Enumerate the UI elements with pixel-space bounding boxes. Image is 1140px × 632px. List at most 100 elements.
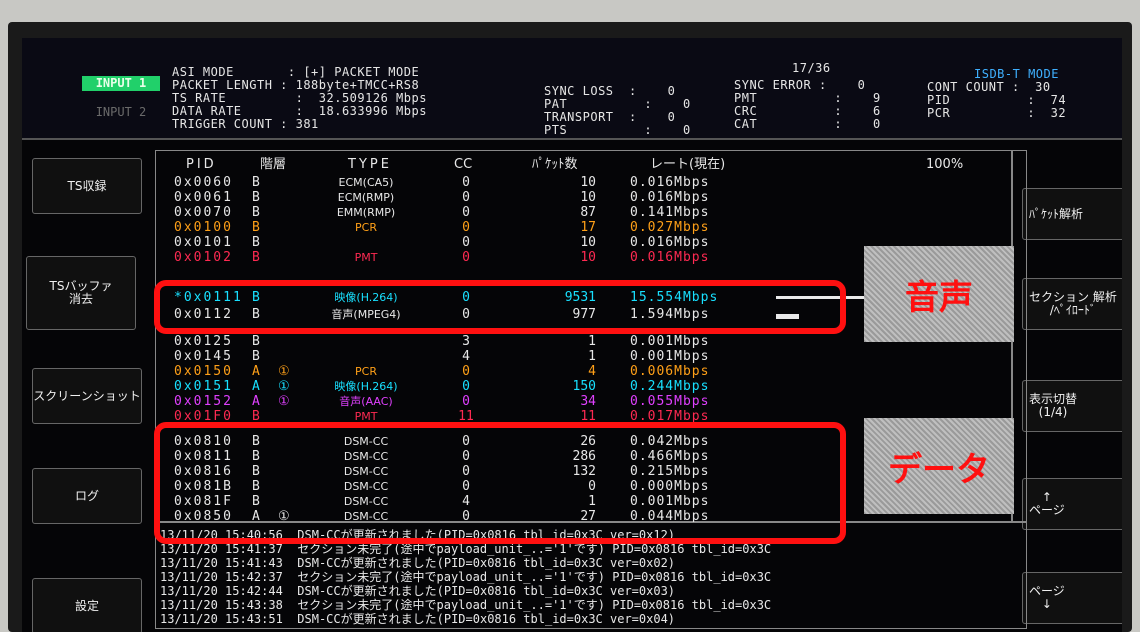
pid-cell: 0x0145 <box>174 349 233 364</box>
type-cell: ECM(RMP) <box>337 191 395 204</box>
table-row[interactable]: 0x0061 B ECM(RMP) 0 10 0.016Mbps <box>156 190 1026 205</box>
log-button[interactable]: ログ <box>32 468 142 524</box>
page-down-button[interactable]: ページ ↓ <box>1022 572 1122 624</box>
stats-group-3: CONT COUNT : 30 PID : 74 PCR : 32 <box>927 80 1067 120</box>
rate-cell: 0.001Mbps <box>630 349 710 364</box>
packets-cell: 150 <box>572 379 596 394</box>
packets-cell: 1 <box>588 349 596 364</box>
cc-cell: 0 <box>462 205 470 220</box>
log-line: 13/11/20 15:42:37 セクション未完了(途中でpayload_un… <box>160 570 772 584</box>
packets-cell: 4 <box>588 364 596 379</box>
layer-cell: A <box>252 394 260 409</box>
page-indicator: 17/36 <box>792 61 831 75</box>
table-row[interactable]: 0x0150 A ① PCR 0 4 0.006Mbps <box>156 364 1026 379</box>
partial-cell: ① <box>278 379 290 394</box>
layer-cell: B <box>252 175 260 190</box>
packets-cell: 10 <box>580 190 596 205</box>
log-line: 13/11/20 15:42:44 DSM-CCが更新されました(PID=0x0… <box>160 584 676 598</box>
type-cell: PMT <box>354 251 378 264</box>
log-line: 13/11/20 15:41:37 セクション未完了(途中でpayload_un… <box>160 542 772 556</box>
pid-cell: 0x0070 <box>174 205 233 220</box>
pid-cell: 0x0102 <box>174 250 233 265</box>
log-line: 13/11/20 15:43:51 DSM-CCが更新されました(PID=0x0… <box>160 612 676 626</box>
page-up-button[interactable]: ↑ ページ <box>1022 478 1122 530</box>
rate-cell: 0.244Mbps <box>630 379 710 394</box>
cc-cell: 0 <box>462 220 470 235</box>
cc-cell: 0 <box>462 250 470 265</box>
table-row[interactable]: 0x0060 B ECM(CA5) 0 10 0.016Mbps <box>156 175 1026 190</box>
rate-cell: 0.001Mbps <box>630 334 710 349</box>
partial-cell: ① <box>278 394 290 409</box>
rate-cell: 0.016Mbps <box>630 175 710 190</box>
type-cell: PCR <box>355 221 377 234</box>
display-toggle-button[interactable]: 表示切替 (1/4) <box>1022 380 1122 432</box>
col-cc: CC <box>454 157 473 172</box>
layer-cell: A <box>252 364 260 379</box>
ts-record-button[interactable]: TS収録 <box>32 158 142 214</box>
cc-cell: 0 <box>462 190 470 205</box>
status-header: INPUT 1 INPUT 2 ASI MODE : [+] PACKET MO… <box>22 38 1122 140</box>
layer-cell: A <box>252 379 260 394</box>
table-row[interactable]: 0x0152 A ① 音声(AAC) 0 34 0.055Mbps <box>156 394 1026 409</box>
type-cell: EMM(RMP) <box>336 206 396 219</box>
log-line: 13/11/20 15:41:43 DSM-CCが更新されました(PID=0x0… <box>160 556 676 570</box>
data-annotation: データ <box>864 418 1014 514</box>
col-rate: レート(現在) <box>650 157 726 172</box>
section-analysis-button[interactable]: セクション 解析 /ﾍﾟｲﾛｰﾄﾞ <box>1022 278 1122 330</box>
layer-cell: B <box>252 220 260 235</box>
cc-cell: 4 <box>462 349 470 364</box>
pid-cell: 0x0060 <box>174 175 233 190</box>
settings-button[interactable]: 設定 <box>32 578 142 632</box>
pid-cell: 0x0125 <box>174 334 233 349</box>
table-row[interactable]: 0x0070 B EMM(RMP) 0 87 0.141Mbps <box>156 205 1026 220</box>
rate-cell: 0.016Mbps <box>630 190 710 205</box>
log-line: 13/11/20 15:43:38 セクション未完了(途中でpayload_un… <box>160 598 772 612</box>
screenshot-button[interactable]: スクリーンショット <box>32 368 142 424</box>
rate-cell: 0.016Mbps <box>630 235 710 250</box>
table-row[interactable]: 0x0151 A ① 映像(H.264) 0 150 0.244Mbps <box>156 379 1026 394</box>
pid-cell: 0x0100 <box>174 220 233 235</box>
pid-cell: 0x0150 <box>174 364 233 379</box>
audio-highlight-box <box>154 280 846 334</box>
layer-cell: B <box>252 334 260 349</box>
col-type: TYPE <box>348 157 392 172</box>
rate-cell: 0.027Mbps <box>630 220 710 235</box>
rate-cell: 0.016Mbps <box>630 250 710 265</box>
cc-cell: 0 <box>462 394 470 409</box>
packets-cell: 17 <box>580 220 596 235</box>
partial-cell: ① <box>278 364 290 379</box>
rate-cell: 0.141Mbps <box>630 205 710 220</box>
pid-cell: 0x0101 <box>174 235 233 250</box>
table-row[interactable]: 0x0145 B 4 1 0.001Mbps <box>156 349 1026 364</box>
type-cell: 音声(AAC) <box>339 395 393 408</box>
stats-group-1: SYNC LOSS : 0 PAT : 0 TRANSPORT : 0 PTS … <box>544 84 691 137</box>
rate-cell: 0.006Mbps <box>630 364 710 379</box>
col-percent: 100% <box>926 157 964 172</box>
packets-cell: 10 <box>580 175 596 190</box>
type-cell: 映像(H.264) <box>334 380 398 393</box>
col-pid: PID <box>186 157 217 172</box>
table-header: PID 階層 TYPE CC ﾊﾟｹｯﾄ数 レート(現在) 100% <box>156 157 1026 172</box>
audio-annotation: 音声 <box>864 246 1014 342</box>
cc-cell: 0 <box>462 364 470 379</box>
table-row[interactable]: 0x0100 B PCR 0 17 0.027Mbps <box>156 220 1026 235</box>
layer-cell: B <box>252 250 260 265</box>
layer-cell: B <box>252 190 260 205</box>
cc-cell: 3 <box>462 334 470 349</box>
layer-cell: B <box>252 349 260 364</box>
input2-indicator[interactable]: INPUT 2 <box>82 105 160 119</box>
col-packets: ﾊﾟｹｯﾄ数 <box>532 157 578 172</box>
pid-cell: 0x0061 <box>174 190 233 205</box>
cc-cell: 0 <box>462 235 470 250</box>
type-cell: ECM(CA5) <box>338 176 394 189</box>
layer-cell: B <box>252 235 260 250</box>
cc-cell: 0 <box>462 175 470 190</box>
type-cell: PCR <box>355 365 377 378</box>
layer-cell: B <box>252 205 260 220</box>
input1-indicator[interactable]: INPUT 1 <box>82 76 160 91</box>
trigger-count-line: TRIGGER COUNT : 381 <box>172 117 319 131</box>
packets-cell: 10 <box>580 250 596 265</box>
packets-cell: 10 <box>580 235 596 250</box>
ts-buffer-clear-button[interactable]: TSバッファ 消去 <box>26 256 136 330</box>
packet-analysis-button[interactable]: ﾊﾟｹｯﾄ解析 <box>1022 188 1122 240</box>
